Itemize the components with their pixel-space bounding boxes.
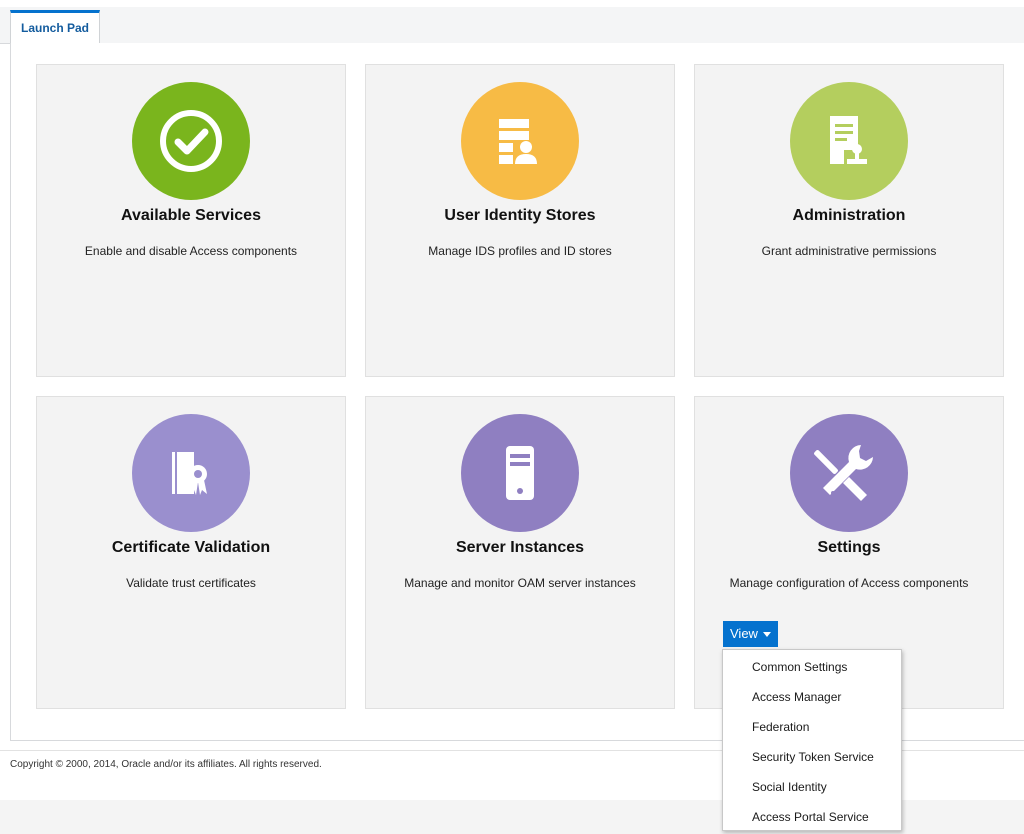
card-available-services[interactable]: Available Services Enable and disable Ac…	[36, 64, 346, 377]
card-certificate-validation[interactable]: Certificate Validation Validate trust ce…	[36, 396, 346, 709]
server-icon	[461, 414, 579, 532]
tab-strip: Launch Pad	[0, 7, 1024, 45]
card-description: Enable and disable Access components	[84, 244, 298, 258]
app-root: Launch Pad Available Services Enable and…	[0, 0, 1024, 834]
certificate-icon	[132, 414, 250, 532]
footer-copyright: Copyright © 2000, 2014, Oracle and/or it…	[10, 759, 322, 770]
view-button-label: View	[730, 626, 758, 641]
card-user-identity-stores[interactable]: User Identity Stores Manage IDS profiles…	[365, 64, 675, 377]
card-description: Manage configuration of Access component…	[729, 576, 969, 590]
card-title: Settings	[817, 539, 881, 556]
card-title: Administration	[792, 207, 906, 224]
identity-store-icon	[461, 82, 579, 200]
tools-icon	[790, 414, 908, 532]
caret-down-icon	[762, 631, 771, 637]
view-menu-button[interactable]: View	[723, 621, 778, 647]
menu-item-access-portal-service[interactable]: Access Portal Service	[723, 802, 901, 832]
view-dropdown-menu: Common Settings Access Manager Federatio…	[722, 649, 902, 831]
card-title: User Identity Stores	[444, 207, 596, 224]
card-description: Validate trust certificates	[126, 576, 256, 590]
card-title: Certificate Validation	[111, 539, 271, 556]
card-description: Grant administrative permissions	[761, 244, 937, 258]
launch-pad-panel: Available Services Enable and disable Ac…	[10, 43, 1024, 741]
menu-item-security-token-service[interactable]: Security Token Service	[723, 742, 901, 772]
card-administration[interactable]: Administration Grant administrative perm…	[694, 64, 1004, 377]
card-description: Manage IDS profiles and ID stores	[428, 244, 612, 258]
document-stamp-icon	[790, 82, 908, 200]
check-circle-icon	[132, 82, 250, 200]
card-title: Available Services	[121, 207, 261, 224]
menu-item-federation[interactable]: Federation	[723, 712, 901, 742]
menu-item-common-settings[interactable]: Common Settings	[723, 652, 901, 682]
card-title: Server Instances	[455, 539, 585, 556]
menu-item-social-identity[interactable]: Social Identity	[723, 772, 901, 802]
menu-item-access-manager[interactable]: Access Manager	[723, 682, 901, 712]
card-server-instances[interactable]: Server Instances Manage and monitor OAM …	[365, 396, 675, 709]
tab-launch-pad[interactable]: Launch Pad	[10, 10, 101, 45]
card-description: Manage and monitor OAM server instances	[404, 576, 636, 590]
